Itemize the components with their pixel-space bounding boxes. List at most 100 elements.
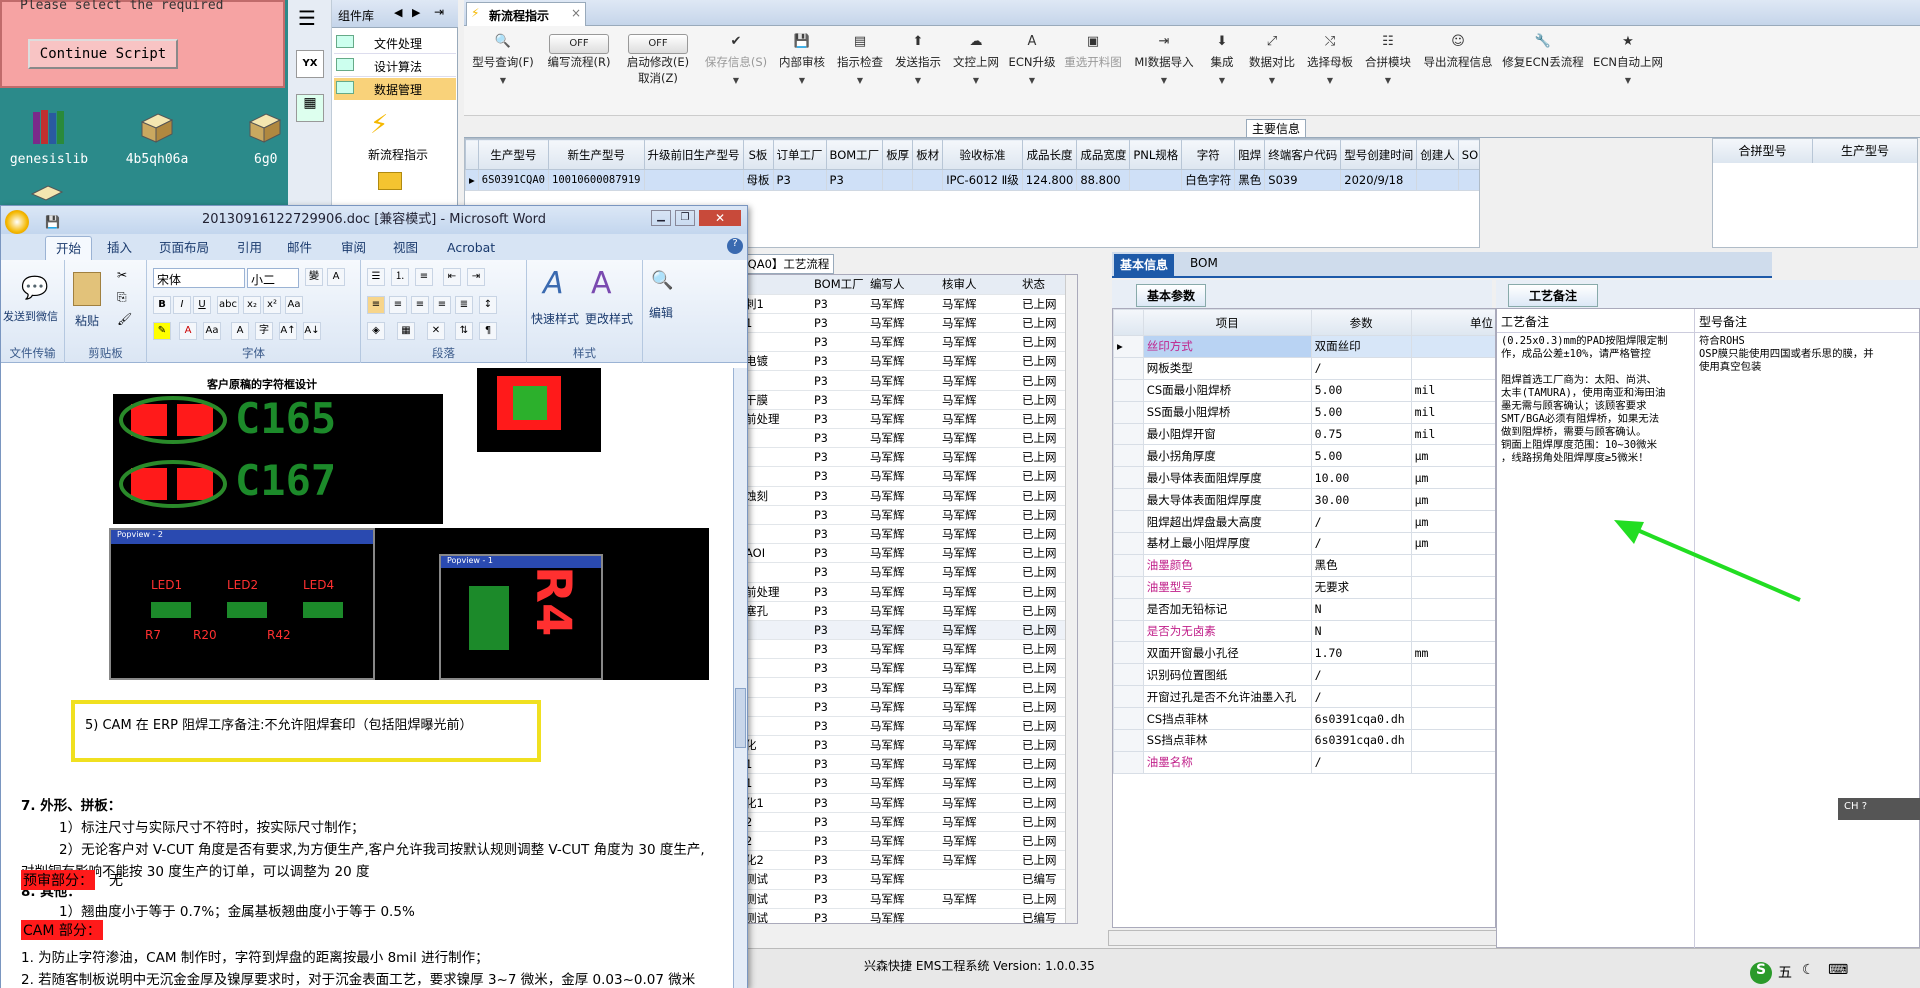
table-header[interactable]: 项目 — [1142, 309, 1312, 336]
font-name-select[interactable]: 宋体 — [153, 268, 245, 288]
table-row[interactable]: 预烘P3马军辉马军辉已上网 — [719, 639, 1069, 660]
next-icon[interactable]: ▶ — [412, 6, 420, 19]
table-row[interactable]: 终固化P3马军辉马军辉已上网 — [719, 735, 1069, 756]
character-shading-icon[interactable]: A — [231, 322, 249, 340]
param-row[interactable]: 开窗过孔是否不允许油墨入孔 / — [1113, 685, 1495, 709]
table-row[interactable]: 字符2P3马军辉马军辉已上网 — [719, 812, 1069, 832]
change-case-icon[interactable]: Aa — [285, 296, 303, 314]
table-row[interactable]: 阻焊前处理 P3 马军辉 马军辉 已上网 — [719, 409, 1069, 430]
table-header[interactable]: 创建人 — [1416, 139, 1459, 170]
param-row[interactable]: 最小导体表面阻焊厚度 10.00 μm — [1113, 466, 1495, 490]
tab-review[interactable]: 审阅 — [331, 236, 376, 260]
bold-icon[interactable]: B — [153, 296, 171, 314]
language-bar[interactable]: CH ? — [1838, 798, 1920, 820]
send-to-wechat-button[interactable]: 发送到微信 — [3, 308, 58, 324]
param-row[interactable]: 最大导体表面阻焊厚度 30.00 μm — [1113, 488, 1495, 512]
folder-icon[interactable] — [378, 172, 402, 190]
close-icon[interactable]: × — [571, 6, 581, 20]
fix-ecn-button[interactable]: 🔧 修复ECN丢流程 — [1500, 34, 1586, 70]
numbering-icon[interactable]: ⒈ — [391, 268, 409, 286]
office-button-icon[interactable] — [5, 210, 29, 234]
table-row[interactable]: 退膜P3马军辉马军辉已上网 — [719, 505, 1069, 525]
table-row[interactable]: 焊P3马军辉马军辉已上网 — [719, 562, 1069, 583]
param-row[interactable]: SS面最小阻焊桥 5.00 mil — [1113, 400, 1495, 424]
ime-mode[interactable]: 五 — [1778, 962, 1792, 982]
table-row[interactable]: 镀P3马军辉马军辉已上网 — [719, 332, 1069, 353]
tab-mailings[interactable]: 邮件 — [277, 236, 322, 260]
sidebar-item-data-management[interactable]: 数据管理 — [334, 78, 456, 100]
sidebar-item-algorithm[interactable]: 设计算法 — [334, 55, 456, 77]
param-row[interactable]: 网板类型 / — [1113, 356, 1495, 380]
table-header[interactable]: SO — [1457, 139, 1479, 170]
strikethrough-icon[interactable]: abc — [217, 296, 239, 314]
highlight-icon[interactable]: ✎ — [153, 322, 171, 340]
justify-icon[interactable]: ≡ — [433, 296, 451, 314]
table-header[interactable]: 验收标准 — [942, 139, 1023, 170]
table-header[interactable]: 核审人 — [939, 275, 1019, 295]
table-header[interactable]: 合拼型号 — [1713, 139, 1813, 163]
table-row[interactable]: 沉铜1P3马军辉马军辉已上网 — [719, 313, 1069, 334]
grow-font-icon[interactable]: A↑ — [279, 322, 297, 340]
lightning-icon[interactable]: ⚡ — [370, 110, 388, 140]
table-row[interactable]: 去毛刺1P3马军辉马军辉已上网 — [719, 294, 1069, 314]
mi-import-button[interactable]: ⇥ MI数据导入 ▼ — [1128, 34, 1200, 85]
font-size-select[interactable]: 小二 — [247, 268, 299, 288]
continue-script-button[interactable]: Continue Script — [28, 39, 178, 69]
table-row[interactable]: 字符2P3马军辉马军辉已上网 — [719, 831, 1069, 852]
toggle-off[interactable]: OFF — [549, 34, 609, 54]
underline-icon[interactable]: U — [193, 296, 211, 314]
table-header[interactable]: 生产型号 — [1813, 139, 1917, 163]
shading-icon[interactable]: ◈ — [367, 322, 385, 340]
table-header[interactable]: PNL规格 — [1129, 139, 1183, 170]
table-header[interactable]: 编写人 — [867, 275, 939, 295]
table-row[interactable]: 终固化1P3马军辉马军辉已上网 — [719, 793, 1069, 813]
send-instruction-button[interactable]: ⬆ 发送指示 ▼ — [890, 34, 946, 85]
param-row[interactable]: 最小阻焊开窗 0.75 mil — [1113, 422, 1495, 446]
table-header[interactable]: 终端客户代码 — [1264, 139, 1342, 170]
font-color-icon[interactable]: A — [179, 322, 197, 340]
start-modify-toggle[interactable]: OFF 启动修改(E) 取消(Z) — [620, 34, 696, 86]
sidebar-item-file[interactable]: 文件处理 — [334, 32, 456, 54]
align-center-icon[interactable]: ≡ — [389, 296, 407, 314]
table-header[interactable]: 成品宽度 — [1076, 139, 1131, 170]
table-row[interactable]: 磨板P3马军辉马军辉已上网 — [719, 370, 1069, 391]
toggle-off[interactable]: OFF — [628, 34, 688, 54]
table-header[interactable]: S板 — [742, 139, 774, 170]
param-row[interactable]: SS挡点菲林 6s0391cqa0.dh — [1113, 729, 1495, 752]
param-row[interactable]: 是否为无卤素 N — [1113, 619, 1495, 643]
bullets-icon[interactable]: ☰ — [367, 268, 385, 286]
quick-styles-button[interactable]: 快速样式 — [531, 310, 579, 327]
vertical-scrollbar[interactable] — [1065, 275, 1077, 923]
export-flow-button[interactable]: ☺ 导出流程信息 — [1418, 34, 1498, 70]
pin-icon[interactable]: ⇥ — [434, 5, 444, 19]
tab-basic-params[interactable]: 基本参数 — [1136, 284, 1207, 307]
table-header[interactable]: 板厚 — [882, 139, 914, 170]
model-query-button[interactable]: 🔍 型号查询(F) ▼ — [468, 34, 538, 85]
table-row[interactable]: 负片电镀P3马军辉马军辉已上网 — [719, 351, 1069, 372]
table-row[interactable]: 外层干膜P3马军辉马军辉已上网 — [719, 390, 1069, 410]
table-header[interactable]: 升级前旧生产型号 — [643, 139, 744, 170]
param-row[interactable]: 是否加无铅标记 N — [1113, 597, 1495, 621]
borders-icon[interactable]: ▦ — [397, 322, 415, 340]
table-row[interactable]: 字符P3马军辉马军辉已上网 — [719, 697, 1069, 717]
param-row[interactable]: 识别码位置图纸 / — [1113, 663, 1495, 687]
param-row[interactable]: 基材上最小阻焊厚度 / μm — [1113, 532, 1495, 555]
table-row[interactable]: 显影P3马军辉马军辉已上网 — [719, 677, 1069, 698]
data-compare-button[interactable]: ⤢ 数据对比 ▼ — [1244, 34, 1300, 85]
table-row[interactable]: 终固化2P3马军辉马军辉已上网 — [719, 850, 1069, 871]
table-row[interactable]: 阻焊前处理 P3 马军辉 马军辉 已上网 — [719, 582, 1069, 602]
desktop-icon-genesislib[interactable]: genesislib — [4, 108, 94, 167]
param-row[interactable]: 油墨型号 无要求 — [1113, 575, 1495, 599]
table-row[interactable]: OIP3马军辉马军辉已上网 — [719, 524, 1069, 545]
table-row[interactable]: 字符P3马军辉马军辉已上网 — [719, 716, 1069, 737]
table-row[interactable]: 外层AOIP3马军辉马军辉已上网 — [719, 543, 1069, 564]
chinese-layout-icon[interactable]: ✕ — [427, 322, 445, 340]
table-header[interactable]: 板材 — [912, 139, 944, 170]
tab-insert[interactable]: 插入 — [97, 236, 142, 260]
param-row[interactable]: 油墨颜色 黑色 — [1113, 553, 1495, 577]
table-row[interactable]: 贴膜P3马军辉马军辉已上网 — [719, 428, 1069, 449]
param-row[interactable]: 油墨名称 / — [1113, 750, 1495, 774]
italic-icon[interactable]: I — [173, 296, 191, 314]
table-header[interactable]: 状态 — [1019, 275, 1069, 295]
tab-new-flow[interactable]: ⚡ 新流程指示 × — [466, 2, 586, 26]
